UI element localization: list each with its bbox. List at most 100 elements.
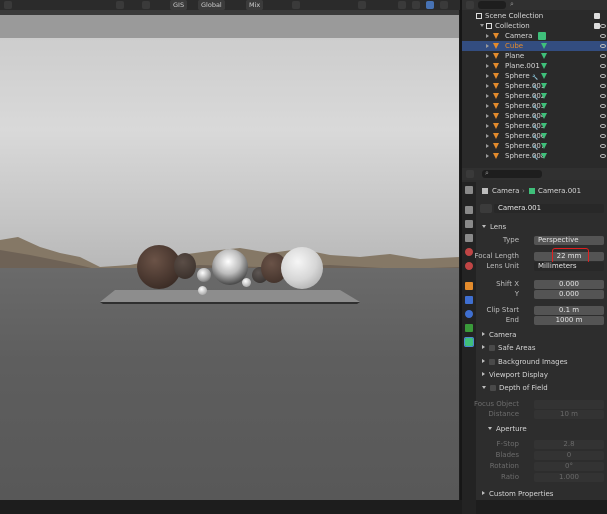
lens-unit-dropdown[interactable]: Millimeters — [534, 262, 604, 271]
expand-icon[interactable] — [486, 94, 489, 98]
outliner-item[interactable]: Sphere.004 🔧 — [462, 111, 607, 121]
view-layer-tab-icon[interactable] — [465, 234, 473, 242]
blades-field[interactable]: 0 — [534, 451, 604, 460]
snap-icon[interactable] — [116, 0, 124, 10]
camera-datablock-browse-button[interactable] — [480, 204, 492, 213]
safe-areas-panel-header[interactable]: Safe Areas — [478, 343, 607, 353]
material-icon[interactable] — [541, 153, 547, 159]
viewport-display-panel-header[interactable]: Viewport Display — [478, 370, 607, 380]
rotation-field[interactable]: 0° — [534, 462, 604, 471]
outliner-item[interactable]: Plane.001 — [462, 61, 607, 71]
gizmo-icon[interactable] — [358, 0, 366, 10]
output-tab-icon[interactable] — [465, 220, 473, 228]
modifier-tab-icon[interactable] — [465, 296, 473, 304]
camera-data-tab-icon[interactable] — [464, 337, 474, 347]
world-tab-icon[interactable] — [465, 262, 473, 270]
shading-solid-icon[interactable] — [398, 0, 406, 10]
outliner-search-input[interactable] — [478, 1, 506, 9]
visibility-eye-icon[interactable] — [600, 44, 606, 48]
orientation-dropdown[interactable]: Global — [198, 0, 225, 10]
safe-areas-checkbox[interactable] — [489, 345, 495, 351]
shift-y-field[interactable]: 0.000 — [534, 290, 604, 299]
expand-icon[interactable] — [480, 24, 484, 27]
editor-type-icon[interactable] — [466, 1, 474, 9]
shading-material-icon[interactable] — [412, 0, 420, 10]
visibility-eye-icon[interactable] — [600, 134, 606, 138]
outliner-item[interactable]: Sphere 🔧 — [462, 71, 607, 81]
expand-icon[interactable] — [486, 54, 489, 58]
transform-icon[interactable] — [142, 0, 150, 10]
constraints-tab-icon[interactable] — [465, 324, 473, 332]
type-dropdown[interactable]: Perspective — [534, 236, 604, 245]
outliner-scene-collection[interactable]: Scene Collection — [462, 11, 607, 21]
visibility-eye-icon[interactable] — [600, 84, 606, 88]
visibility-eye-icon[interactable] — [600, 154, 606, 158]
visibility-eye-icon[interactable] — [600, 64, 606, 68]
sphere-marble[interactable] — [281, 247, 323, 289]
fstop-field[interactable]: 2.8 — [534, 440, 604, 449]
sphere-chrome-small-3[interactable] — [242, 278, 251, 287]
material-icon[interactable] — [541, 63, 547, 69]
expand-icon[interactable] — [486, 74, 489, 78]
material-icon[interactable] — [541, 93, 547, 99]
overlay-icon[interactable] — [292, 0, 300, 10]
editor-type-icon[interactable] — [466, 170, 474, 178]
outliner-item[interactable]: Sphere.001 🔧 — [462, 81, 607, 91]
material-icon[interactable] — [541, 73, 547, 79]
outliner-item[interactable]: Camera — [462, 31, 607, 41]
material-icon[interactable] — [541, 123, 547, 129]
outliner-item[interactable]: Sphere.006 🔧 — [462, 131, 607, 141]
expand-icon[interactable] — [486, 84, 489, 88]
camera-data-icon[interactable] — [538, 32, 546, 40]
camera-datablock-name[interactable]: Camera.001 — [494, 204, 604, 213]
outliner-collection[interactable]: Collection — [462, 21, 607, 31]
shading-wire-icon[interactable] — [440, 0, 448, 10]
material-icon[interactable] — [541, 103, 547, 109]
exclude-checkbox[interactable] — [594, 13, 600, 19]
background-images-panel-header[interactable]: Background Images — [478, 357, 607, 367]
outliner-item[interactable]: Plane — [462, 51, 607, 61]
material-icon[interactable] — [541, 143, 547, 149]
expand-icon[interactable] — [486, 34, 489, 38]
sphere-chrome-small-2[interactable] — [198, 286, 207, 295]
camera-panel-header[interactable]: Camera — [478, 330, 607, 340]
material-icon[interactable] — [541, 133, 547, 139]
visibility-eye-icon[interactable] — [600, 24, 606, 28]
visibility-eye-icon[interactable] — [600, 114, 606, 118]
focus-object-field[interactable] — [534, 400, 604, 409]
distance-field[interactable]: 10 m — [534, 410, 604, 419]
outliner-item[interactable]: Cube — [462, 41, 607, 51]
material-icon[interactable] — [541, 43, 547, 49]
custom-properties-panel-header[interactable]: Custom Properties — [478, 489, 607, 499]
visibility-eye-icon[interactable] — [600, 94, 606, 98]
visibility-eye-icon[interactable] — [600, 34, 606, 38]
expand-icon[interactable] — [486, 64, 489, 68]
shading-rendered-icon[interactable] — [426, 0, 434, 10]
clip-end-field[interactable]: 1000 m — [534, 316, 604, 325]
expand-icon[interactable] — [486, 104, 489, 108]
outliner-item[interactable]: Sphere.003 🔧 — [462, 101, 607, 111]
outliner-item[interactable]: Sphere.007 🔧 — [462, 141, 607, 151]
3d-viewport[interactable] — [0, 10, 459, 500]
expand-icon[interactable] — [486, 154, 489, 158]
scene-tab-icon[interactable] — [465, 248, 473, 256]
render-tab-icon[interactable] — [465, 206, 473, 214]
outliner-item[interactable]: Sphere.008 🔧 — [462, 151, 607, 161]
pivot-dropdown[interactable]: Mix — [246, 0, 264, 10]
background-images-checkbox[interactable] — [489, 359, 495, 365]
tool-tab-icon[interactable] — [465, 186, 473, 194]
expand-icon[interactable] — [486, 114, 489, 118]
depth-of-field-panel-header[interactable]: Depth of Field — [478, 383, 607, 393]
visibility-eye-icon[interactable] — [600, 124, 606, 128]
sphere-chrome-small-1[interactable] — [197, 268, 211, 282]
visibility-eye-icon[interactable] — [600, 104, 606, 108]
material-icon[interactable] — [541, 113, 547, 119]
physics-tab-icon[interactable] — [465, 310, 473, 318]
properties-search-input[interactable] — [482, 170, 542, 178]
expand-icon[interactable] — [486, 144, 489, 148]
aperture-panel-header[interactable]: Aperture — [484, 424, 607, 434]
expand-icon[interactable] — [486, 124, 489, 128]
gis-dropdown[interactable]: GIS — [170, 0, 188, 10]
visibility-eye-icon[interactable] — [600, 144, 606, 148]
expand-icon[interactable] — [486, 134, 489, 138]
